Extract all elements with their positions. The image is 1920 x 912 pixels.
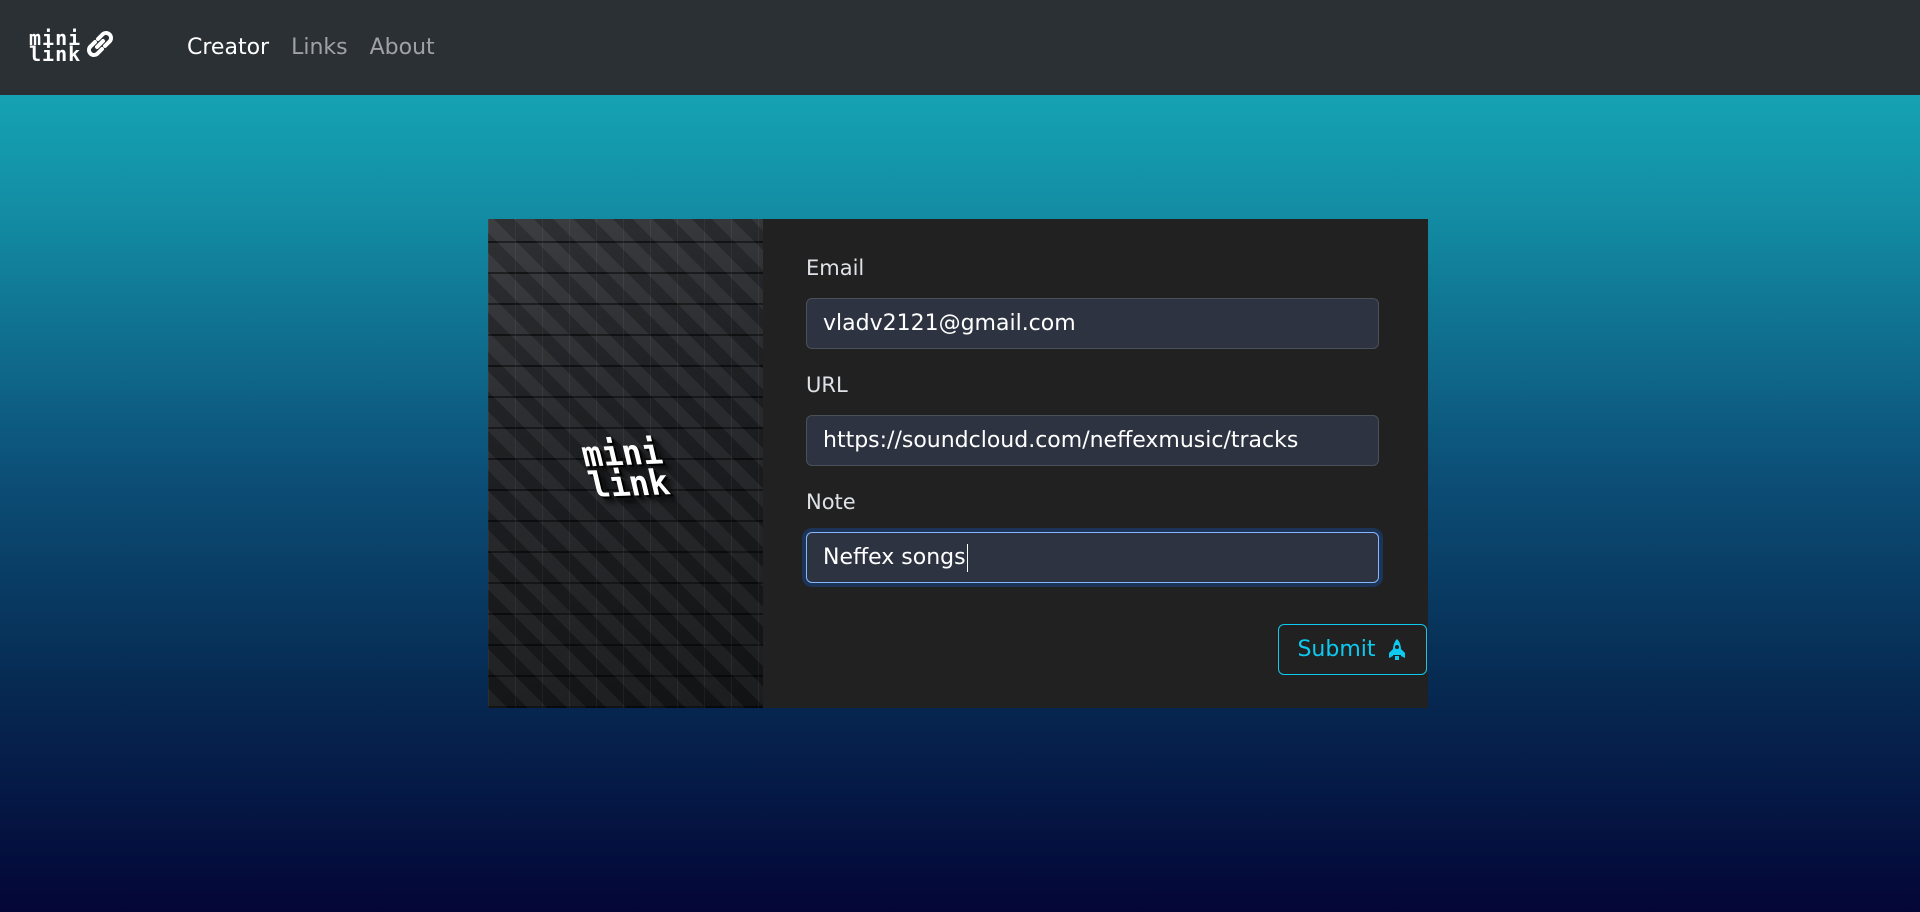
email-input[interactable]: vladv2121@gmail.com [806,298,1379,349]
hero-image: mini link [488,219,763,708]
email-value: vladv2121@gmail.com [823,311,1076,336]
text-caret [966,543,968,572]
nav-links: Creator Links About [187,0,457,95]
email-label: Email [806,256,865,280]
url-value: https://soundcloud.com/neffexmusic/track… [823,428,1299,453]
url-label: URL [806,373,848,397]
logo-3d: mini link [498,409,753,530]
nav-link-links[interactable]: Links [291,35,348,60]
rocket-icon [1388,638,1405,660]
logo-3d-text: mini link [577,431,674,507]
brand-text: mini link [29,26,82,66]
link-form: Email vladv2121@gmail.com URL https://so… [763,219,1428,708]
link-icon [83,27,117,65]
note-label: Note [806,490,856,514]
navbar: mini link Creator Links About [0,0,1920,95]
submit-label: Submit [1297,637,1376,662]
brand-logo[interactable]: mini link [29,27,144,65]
submit-button[interactable]: Submit [1278,624,1427,675]
url-input[interactable]: https://soundcloud.com/neffexmusic/track… [806,415,1379,466]
note-input[interactable]: Neffex songs [806,532,1379,583]
nav-link-about[interactable]: About [370,35,435,60]
note-value: Neffex songs [823,545,966,570]
creator-card: mini link Email vladv2121@gmail.com URL … [488,219,1428,708]
nav-link-creator[interactable]: Creator [187,35,269,60]
